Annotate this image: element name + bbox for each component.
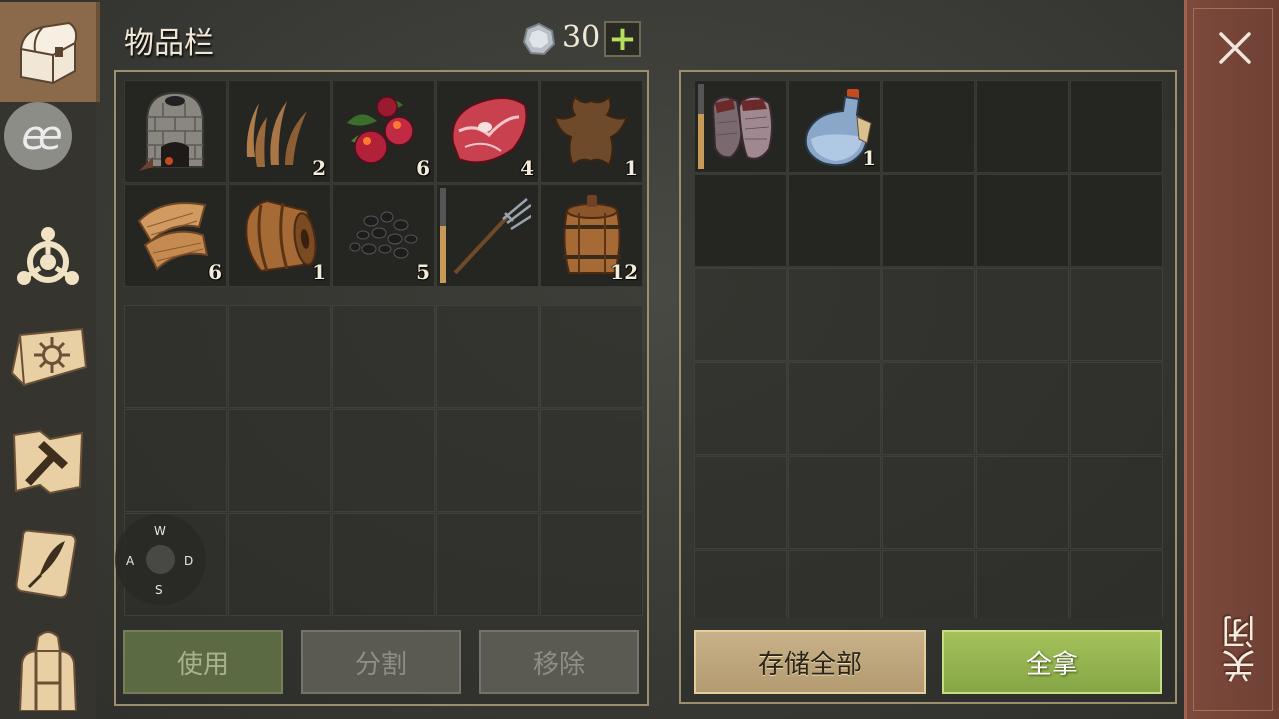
close-panel[interactable]: 关闭 <box>1184 0 1279 719</box>
inventory-slot-barrel[interactable]: 1 <box>228 184 331 287</box>
meat-icon <box>451 97 528 164</box>
hide-icon <box>553 95 629 167</box>
container-slot-empty[interactable] <box>788 456 881 549</box>
container-slot-empty[interactable] <box>976 550 1069 618</box>
container-slot-empty[interactable] <box>694 456 787 549</box>
joystick-w-label: W <box>154 524 166 538</box>
movement-joystick[interactable]: W A D S <box>115 514 206 605</box>
coin-count: 30 <box>562 20 601 55</box>
container-slot-empty[interactable] <box>694 268 787 361</box>
split-button[interactable]: 分割 <box>301 630 461 694</box>
container-slot-empty[interactable] <box>882 80 975 173</box>
container-slot-empty[interactable] <box>1070 268 1163 361</box>
fiber-icon <box>246 101 307 167</box>
container-grid: 1 <box>694 80 1163 267</box>
container-empty-grid <box>694 268 1163 618</box>
container-slot-empty[interactable] <box>976 80 1069 173</box>
cloth-icon <box>137 202 209 271</box>
container-slot-empty[interactable] <box>882 268 975 361</box>
sidebar-item-build[interactable] <box>0 412 96 512</box>
container-slot-empty[interactable] <box>694 362 787 455</box>
gloves-icon <box>711 95 773 160</box>
gem-coin-icon <box>522 22 556 56</box>
inventory-slot-empty[interactable] <box>228 409 331 512</box>
inventory-slot-empty[interactable] <box>436 409 539 512</box>
build-hammer-icon <box>12 429 84 495</box>
use-button[interactable]: 使用 <box>123 630 283 694</box>
crafting-icon <box>17 227 79 285</box>
berries-icon <box>347 96 414 164</box>
container-slot-empty[interactable] <box>1070 174 1163 267</box>
container-slot-empty[interactable] <box>788 268 881 361</box>
inventory-slot-hide[interactable]: 1 <box>540 80 643 183</box>
inventory-slot-kiln[interactable] <box>124 80 227 183</box>
barrel-icon <box>245 199 317 273</box>
container-slot-empty[interactable] <box>1070 456 1163 549</box>
sidebar-item-quests[interactable] <box>0 514 96 614</box>
inventory-slot-empty[interactable] <box>540 513 643 616</box>
joystick-s-label: S <box>155 583 163 597</box>
inventory-slot-coal[interactable]: 5 <box>332 184 435 287</box>
container-slot-empty[interactable] <box>1070 550 1163 618</box>
container-slot-empty[interactable] <box>976 362 1069 455</box>
container-slot-empty[interactable] <box>976 174 1069 267</box>
sidebar: ee <box>0 0 100 719</box>
add-coins-button[interactable]: + <box>604 21 641 57</box>
inventory-slot-empty[interactable] <box>332 513 435 616</box>
container-slot-water-flask[interactable]: 1 <box>788 80 881 173</box>
container-slot-empty[interactable] <box>882 174 975 267</box>
take-all-button[interactable]: 全拿 <box>942 630 1162 694</box>
inventory-slot-empty[interactable] <box>228 305 331 408</box>
inventory-slot-empty[interactable] <box>540 305 643 408</box>
inventory-slot-plant-fiber[interactable]: 2 <box>228 80 331 183</box>
container-slot-empty[interactable] <box>788 174 881 267</box>
quest-scroll-icon <box>15 529 77 599</box>
kiln-icon <box>139 91 204 171</box>
skills-book-icon <box>10 327 88 387</box>
sidebar-item-character[interactable] <box>0 619 96 719</box>
sidebar-item-skills[interactable] <box>0 308 96 408</box>
inventory-slot-raw-meat[interactable]: 4 <box>436 80 539 183</box>
inventory-slot-pitchfork[interactable] <box>436 184 539 287</box>
container-slot-empty[interactable] <box>788 550 881 618</box>
inventory-slot-empty[interactable] <box>332 409 435 512</box>
container-slot-empty[interactable] <box>882 362 975 455</box>
joystick-a-label: A <box>126 554 135 568</box>
remove-button[interactable]: 移除 <box>479 630 639 694</box>
coal-icon <box>349 211 418 259</box>
sidebar-item-inventory[interactable] <box>0 2 100 102</box>
inventory-slot-empty[interactable] <box>124 305 227 408</box>
close-icon[interactable] <box>1215 28 1255 68</box>
container-slot-empty[interactable] <box>882 456 975 549</box>
container-slot-empty[interactable] <box>976 268 1069 361</box>
inventory-slot-cloth[interactable]: 6 <box>124 184 227 287</box>
joystick-d-label: D <box>184 554 194 568</box>
inventory-slot-empty[interactable] <box>124 409 227 512</box>
ee-icon[interactable]: ee <box>4 102 72 170</box>
store-all-button[interactable]: 存储全部 <box>694 630 926 694</box>
inventory-slot-empty[interactable] <box>228 513 331 616</box>
character-icon <box>18 631 78 711</box>
container-slot-empty[interactable] <box>788 362 881 455</box>
inventory-slot-empty[interactable] <box>332 305 435 408</box>
inventory-grid: 2 6 4 1 6 1 5 12 <box>124 80 643 287</box>
page-title: 物品栏 <box>124 26 214 61</box>
chest-icon <box>19 21 78 85</box>
container-slot-empty[interactable] <box>882 550 975 618</box>
joystick-knob[interactable] <box>146 545 175 574</box>
container-slot-empty[interactable] <box>976 456 1069 549</box>
pitchfork-icon <box>453 198 531 275</box>
container-slot-empty[interactable] <box>694 174 787 267</box>
inventory-slot-empty[interactable] <box>436 305 539 408</box>
container-slot-empty[interactable] <box>694 550 787 618</box>
inventory-slot-empty[interactable] <box>540 409 643 512</box>
inventory-slot-berries[interactable]: 6 <box>332 80 435 183</box>
inventory-slot-empty[interactable] <box>436 513 539 616</box>
close-label[interactable]: 关闭 <box>1217 615 1262 683</box>
inventory-slot-keg[interactable]: 12 <box>540 184 643 287</box>
container-slot-empty[interactable] <box>1070 362 1163 455</box>
container-slot-gloves[interactable] <box>694 80 787 173</box>
sidebar-item-crafting[interactable] <box>0 206 96 306</box>
container-slot-empty[interactable] <box>1070 80 1163 173</box>
